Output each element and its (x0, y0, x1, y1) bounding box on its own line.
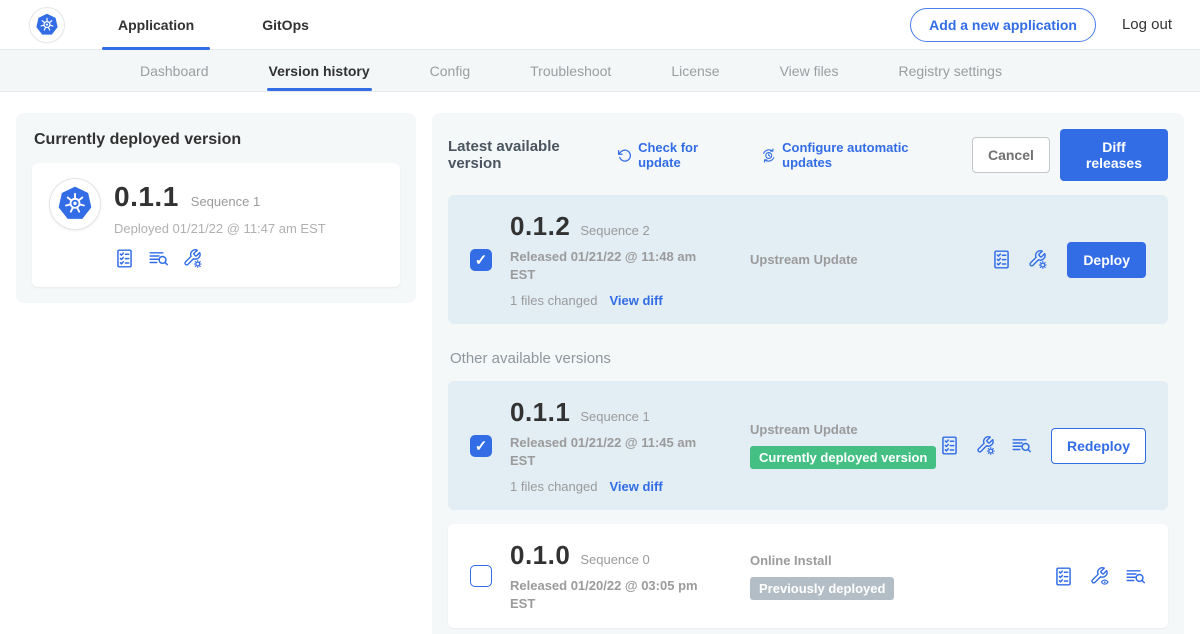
release-notes-icon[interactable] (1053, 566, 1074, 587)
deployed-version-card: 0.1.1 Sequence 1 Deployed 01/21/22 @ 11:… (32, 163, 400, 287)
version-card-010: 0.1.0 Sequence 0 Released 01/20/22 @ 03:… (448, 524, 1168, 628)
cancel-button[interactable]: Cancel (972, 137, 1050, 173)
tab-application-label: Application (118, 17, 194, 33)
available-versions-panel: Latest available version Check for updat… (432, 113, 1184, 634)
view-logs-icon[interactable] (1011, 435, 1032, 456)
version-number: 0.1.2 (510, 211, 570, 242)
currently-deployed-badge: Currently deployed version (750, 446, 936, 469)
version-card-011: 0.1.1 Sequence 1 Released 01/21/22 @ 11:… (448, 381, 1168, 510)
kubernetes-logo-icon (30, 8, 64, 42)
subtab-dashboard[interactable]: Dashboard (140, 50, 209, 91)
subtab-version-history[interactable]: Version history (269, 50, 370, 91)
subtab-config[interactable]: Config (430, 50, 470, 91)
subtab-license[interactable]: License (671, 50, 719, 91)
latest-available-title: Latest available version (448, 138, 603, 172)
deployed-timestamp: Deployed 01/21/22 @ 11:47 am EST (114, 221, 326, 236)
logout-link[interactable]: Log out (1122, 16, 1172, 33)
main-tabs: Application GitOps (102, 0, 325, 49)
edit-config-icon[interactable] (182, 248, 203, 269)
released-timestamp: Released 01/21/22 @ 11:48 am EST (510, 248, 710, 283)
sequence-label: Sequence 2 (580, 223, 649, 238)
subtab-view-files[interactable]: View files (780, 50, 839, 91)
top-nav: Application GitOps Add a new application… (0, 0, 1200, 50)
view-logs-icon[interactable] (1125, 566, 1146, 587)
release-notes-icon[interactable] (991, 249, 1012, 270)
previously-deployed-badge: Previously deployed (750, 577, 894, 600)
files-changed-label: 1 files changed (510, 479, 597, 494)
deployed-version-number: 0.1.1 (114, 181, 179, 213)
add-application-button[interactable]: Add a new application (910, 8, 1096, 42)
configure-automatic-updates-link[interactable]: Configure automatic updates (761, 140, 946, 170)
clock-refresh-icon (761, 147, 776, 164)
sequence-label: Sequence 1 (580, 409, 649, 424)
sub-nav: Dashboard Version history Config Trouble… (0, 50, 1200, 92)
version-number: 0.1.0 (510, 540, 570, 571)
other-versions-title: Other available versions (450, 350, 1168, 367)
files-changed-label: 1 files changed (510, 293, 597, 308)
kubernetes-logo-icon (50, 179, 100, 229)
version-card-012: 0.1.2 Sequence 2 Released 01/21/22 @ 11:… (448, 195, 1168, 324)
deployed-sequence-label: Sequence 1 (191, 194, 260, 209)
version-checkbox-012[interactable] (470, 249, 492, 271)
deployed-panel: Currently deployed version 0.1.1 Sequenc… (16, 113, 416, 303)
refresh-icon (617, 147, 632, 164)
released-timestamp: Released 01/21/22 @ 11:45 am EST (510, 434, 710, 469)
subtab-registry-settings[interactable]: Registry settings (898, 50, 1001, 91)
diff-releases-button[interactable]: Diff releases (1060, 129, 1168, 181)
tab-gitops[interactable]: GitOps (246, 0, 325, 49)
version-number: 0.1.1 (510, 397, 570, 428)
tab-application[interactable]: Application (102, 0, 210, 49)
version-checkbox-011[interactable] (470, 435, 492, 457)
version-checkbox-010[interactable] (470, 565, 492, 587)
version-source-label: Online Install (750, 553, 1053, 568)
edit-config-icon[interactable] (975, 435, 996, 456)
view-logs-icon[interactable] (148, 248, 169, 269)
view-diff-link[interactable]: View diff (609, 293, 662, 308)
release-notes-icon[interactable] (114, 248, 135, 269)
version-source-label: Upstream Update (750, 252, 991, 267)
edit-config-icon[interactable] (1027, 249, 1048, 270)
version-source-label: Upstream Update (750, 422, 939, 437)
sequence-label: Sequence 0 (580, 552, 649, 567)
subtab-troubleshoot[interactable]: Troubleshoot (530, 50, 611, 91)
redeploy-button[interactable]: Redeploy (1051, 428, 1146, 464)
tab-gitops-label: GitOps (262, 17, 309, 33)
deploy-button[interactable]: Deploy (1067, 242, 1146, 278)
view-diff-link[interactable]: View diff (609, 479, 662, 494)
released-timestamp: Released 01/20/22 @ 03:05 pm EST (510, 577, 710, 612)
deployed-panel-title: Currently deployed version (34, 131, 400, 149)
release-notes-icon[interactable] (939, 435, 960, 456)
main-content: Currently deployed version 0.1.1 Sequenc… (0, 92, 1200, 634)
check-for-update-link[interactable]: Check for update (617, 140, 735, 170)
view-config-icon[interactable] (1089, 566, 1110, 587)
